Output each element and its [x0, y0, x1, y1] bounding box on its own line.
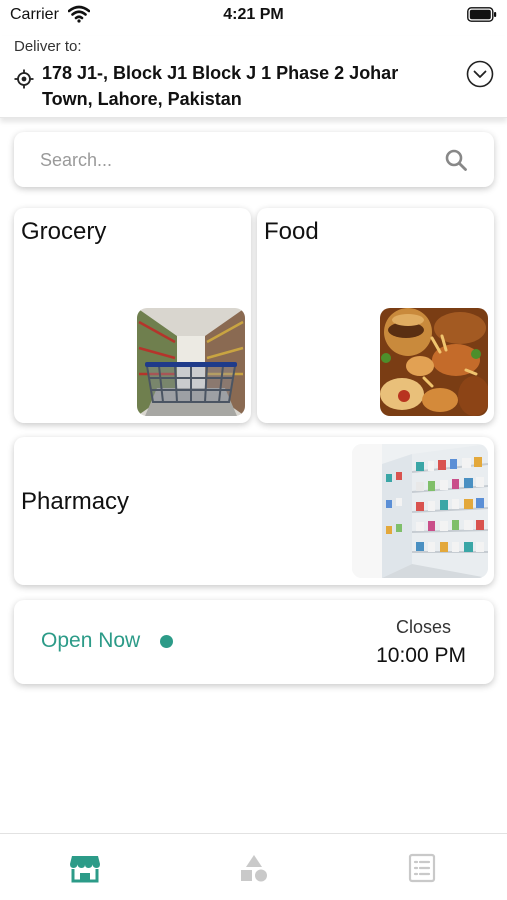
category-title: Food [264, 218, 319, 245]
category-card-food[interactable]: Food [257, 208, 494, 423]
fast-food-image [380, 308, 488, 416]
shopping-cart-image [137, 308, 245, 416]
orders-list-icon[interactable] [406, 852, 438, 884]
search-icon[interactable] [444, 148, 468, 172]
delivery-address[interactable]: 178 J1-, Block J1 Block J 1 Phase 2 Joha… [42, 60, 432, 112]
location-target-icon [14, 69, 34, 89]
closing-time: 10:00 PM [376, 644, 466, 667]
search-bar[interactable] [14, 132, 494, 187]
deliver-to-label: Deliver to: [14, 38, 82, 55]
chevron-down-icon[interactable] [466, 60, 494, 88]
bottom-tab-bar [0, 833, 507, 900]
store-hours-card: Open Now Closes 10:00 PM [14, 600, 494, 684]
category-title: Grocery [21, 218, 107, 245]
category-card-grocery[interactable]: Grocery [14, 208, 251, 423]
store-icon[interactable] [69, 852, 101, 884]
closes-label: Closes [395, 617, 451, 637]
open-now-status: Open Now [41, 629, 141, 652]
battery-icon [467, 7, 497, 22]
pharmacy-shelves-image [352, 444, 488, 578]
clock: 4:21 PM [223, 6, 284, 23]
delivery-header[interactable]: Deliver to: 178 J1-, Block J1 Block J 1 … [0, 36, 507, 118]
categories-icon[interactable] [238, 852, 270, 884]
category-title: Pharmacy [21, 488, 130, 515]
open-status-dot [160, 635, 173, 648]
category-card-pharmacy[interactable]: Pharmacy [14, 437, 494, 585]
search-input[interactable] [40, 147, 420, 173]
status-bar: Carrier 4:21 PM [0, 0, 507, 30]
